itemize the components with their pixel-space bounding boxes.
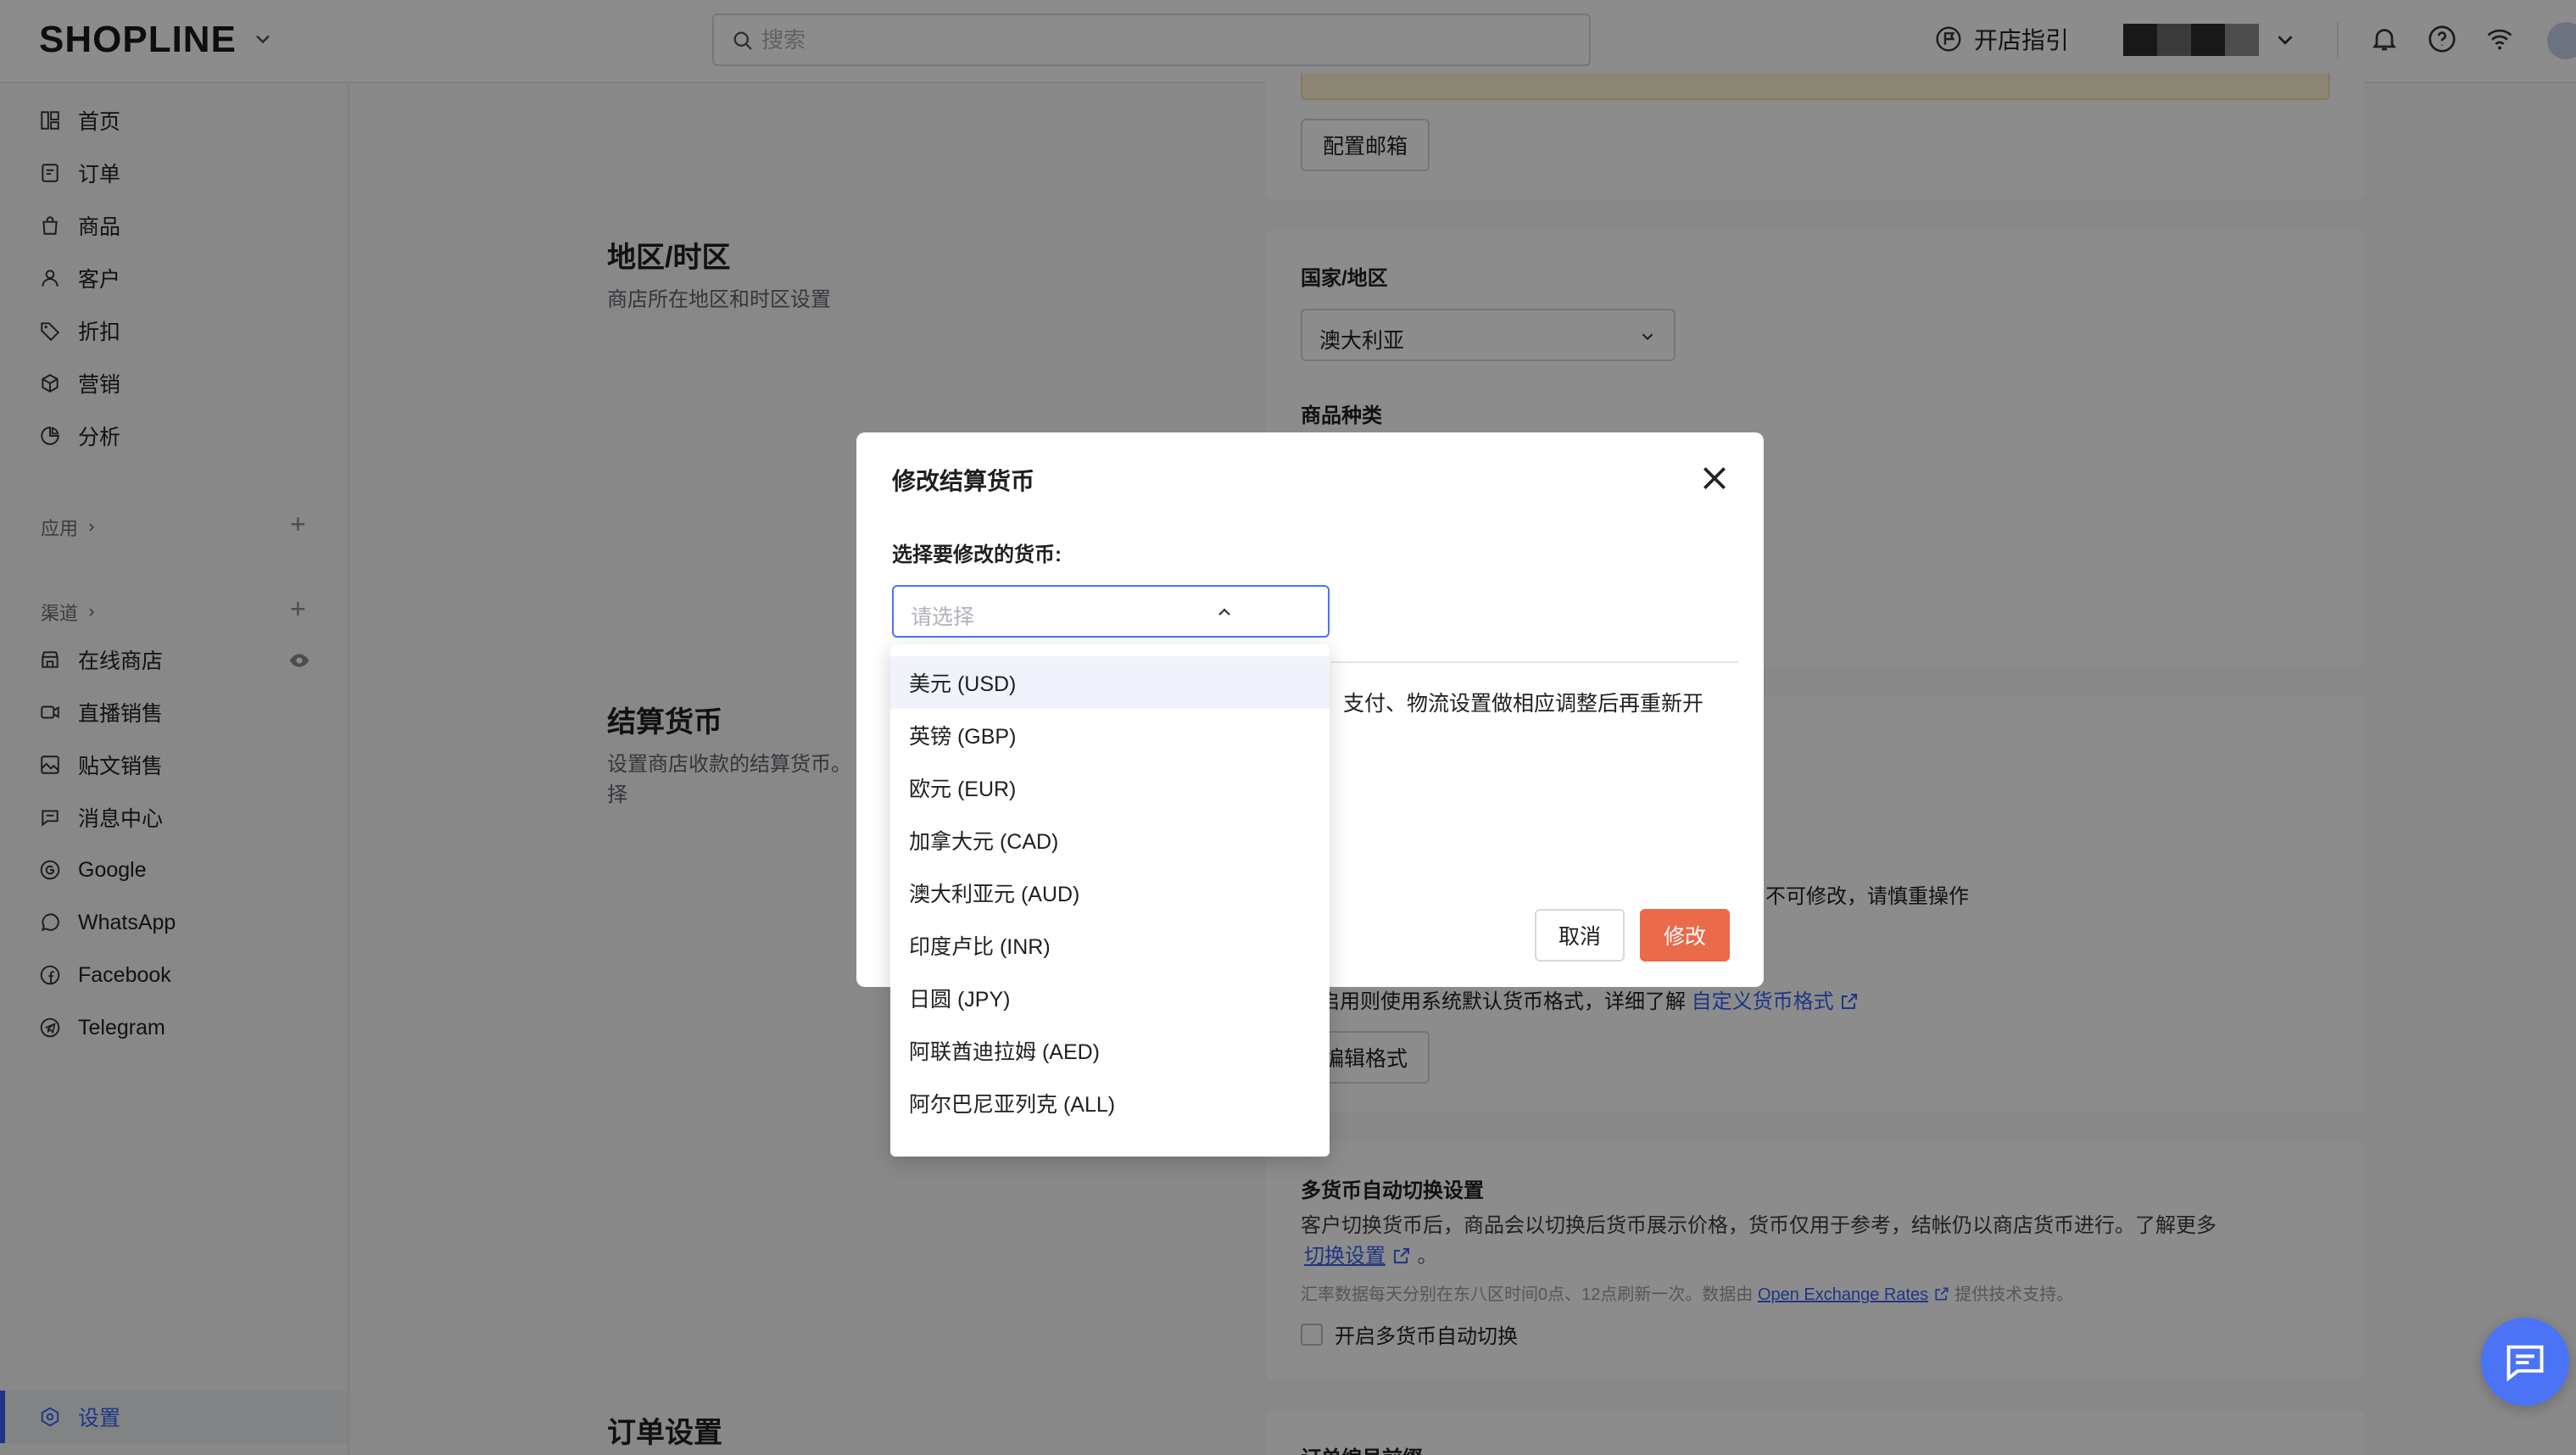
close-icon[interactable] (1698, 461, 1731, 495)
currency-select[interactable]: 请选择 (892, 585, 1330, 638)
cancel-button[interactable]: 取消 (1535, 909, 1625, 962)
chat-icon (2506, 1345, 2544, 1382)
dropdown-option[interactable]: 日圆 (JPY) (890, 972, 1330, 1024)
dropdown-option[interactable]: 欧元 (EUR) (890, 761, 1330, 814)
currency-dropdown: 美元 (USD) 英镑 (GBP) 欧元 (EUR) 加拿大元 (CAD) 澳大… (890, 644, 1330, 1157)
modal-title: 修改结算货币 (892, 468, 1035, 494)
dropdown-option[interactable]: 阿尔巴尼亚列克 (ALL) (890, 1077, 1330, 1129)
chat-support-button[interactable] (2481, 1318, 2569, 1406)
confirm-button[interactable]: 修改 (1640, 909, 1730, 962)
dropdown-option[interactable]: 印度卢比 (INR) (890, 919, 1330, 972)
modal-divider (1331, 661, 1738, 663)
currency-select-label: 选择要修改的货币: (892, 544, 1062, 566)
dropdown-option[interactable]: 英镑 (GBP) (890, 709, 1330, 761)
chevron-up-icon (1218, 608, 1230, 616)
dropdown-option[interactable]: 美元 (USD) (890, 656, 1330, 709)
dropdown-option[interactable]: 澳大利亚元 (AUD) (890, 867, 1330, 919)
dropdown-option[interactable]: 加拿大元 (CAD) (890, 814, 1330, 867)
currency-select-placeholder: 请选择 (911, 605, 975, 629)
modal-notice-text: 支付、物流设置做相应调整后再重新开 (1343, 692, 1704, 716)
dropdown-option[interactable]: 阿联酋迪拉姆 (AED) (890, 1024, 1330, 1077)
